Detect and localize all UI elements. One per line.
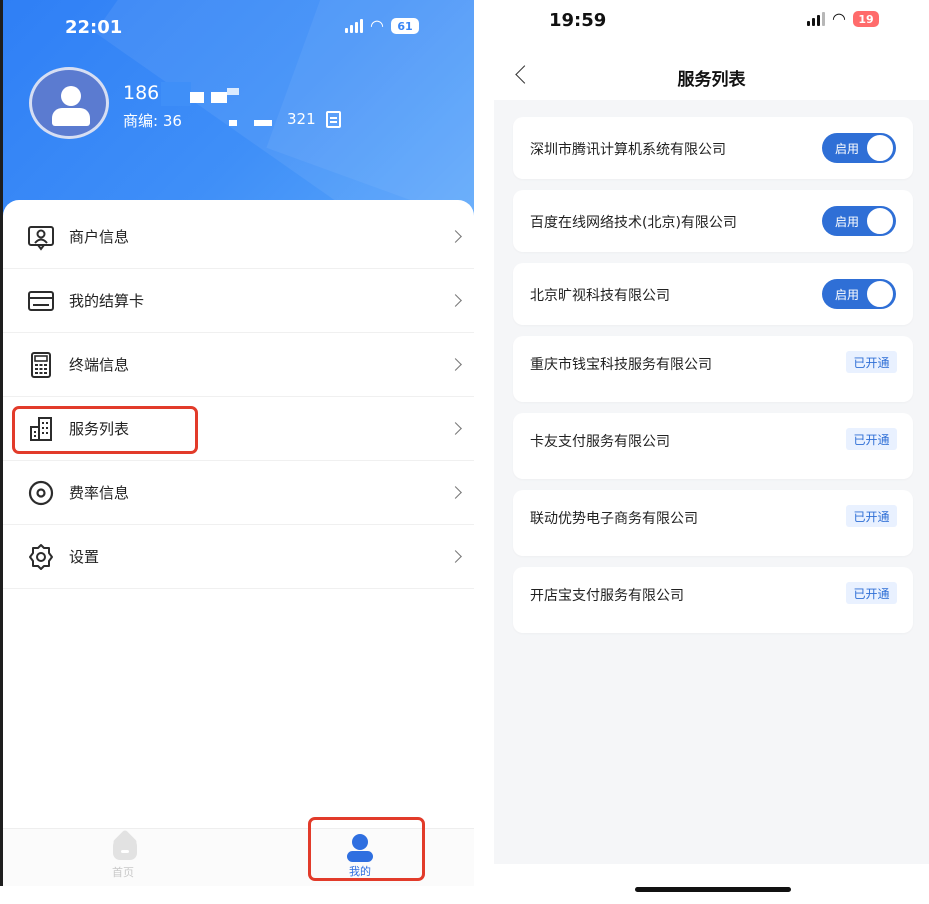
status-time: 22:01 [65, 17, 123, 38]
service-card: 卡友支付服务有限公司 已开通 [513, 413, 913, 479]
menu-item-label: 我的结算卡 [69, 292, 145, 310]
copy-icon[interactable] [326, 111, 341, 128]
service-card: 百度在线网络技术(北京)有限公司 启用 [513, 190, 913, 252]
service-toggle[interactable]: 启用 [822, 206, 896, 236]
chevron-right-icon [449, 422, 462, 435]
tab-label: 首页 [112, 866, 134, 879]
chevron-right-icon [449, 230, 462, 243]
phone-number: 186 [123, 82, 160, 104]
chevron-right-icon [449, 294, 462, 307]
chevron-right-icon [449, 486, 462, 499]
avatar[interactable] [29, 67, 109, 139]
toggle-label: 启用 [835, 288, 860, 302]
service-card: 重庆市钱宝科技服务有限公司 已开通 [513, 336, 913, 402]
status-badge: 已开通 [846, 351, 897, 373]
merchant-number-prefix: 商编: 36 [123, 112, 182, 130]
menu-item-label: 费率信息 [69, 484, 130, 502]
service-name: 北京旷视科技有限公司 [530, 288, 670, 304]
tab-mine[interactable]: 我的 [300, 829, 420, 886]
avatar-head [61, 86, 81, 106]
service-name: 卡友支付服务有限公司 [530, 434, 670, 450]
menu-card: 商户信息 我的结算卡 终端信息 服务列表 费率信息 设置 [3, 200, 474, 886]
service-card: 联动优势电子商务有限公司 已开通 [513, 490, 913, 556]
signal-icon [345, 19, 363, 33]
menu-item-settlement-card[interactable]: 我的结算卡 [3, 269, 474, 333]
menu-item-label: 服务列表 [69, 420, 130, 438]
merchant-number-suffix: 321 [287, 110, 316, 128]
service-name: 开店宝支付服务有限公司 [530, 588, 684, 604]
service-name: 深圳市腾讯计算机系统有限公司 [530, 142, 726, 158]
redaction-block [227, 88, 239, 95]
home-indicator-bar [494, 864, 929, 904]
toggle-label: 启用 [835, 215, 860, 229]
toggle-knob [866, 134, 894, 162]
service-toggle[interactable]: 启用 [822, 279, 896, 309]
service-name: 百度在线网络技术(北京)有限公司 [530, 215, 737, 231]
toggle-knob [866, 207, 894, 235]
left-phone-screen: 22:01 ◠ 61 186 商编: 36 321 商户信息 我的结算卡 终端信… [0, 0, 474, 886]
tab-home[interactable]: 首页 [63, 829, 183, 886]
status-icons: ◠ 19 [807, 11, 879, 27]
service-card: 北京旷视科技有限公司 启用 [513, 263, 913, 325]
status-badge: 已开通 [846, 582, 897, 604]
terminal-icon [31, 351, 51, 378]
user-icon-body [347, 851, 373, 862]
bottom-tab-bar: 首页 我的 [3, 828, 474, 886]
service-name: 重庆市钱宝科技服务有限公司 [530, 357, 712, 373]
toggle-knob [866, 280, 894, 308]
service-card: 开店宝支付服务有限公司 已开通 [513, 567, 913, 633]
redaction-block [190, 92, 204, 103]
gear-icon [29, 543, 53, 570]
rate-icon [28, 480, 54, 505]
merchant-info-icon [28, 225, 54, 251]
service-name: 联动优势电子商务有限公司 [530, 511, 698, 527]
menu-item-label: 设置 [69, 548, 100, 566]
home-indicator[interactable] [635, 887, 791, 892]
right-phone-screen: 19:59 ◠ 19 服务列表 深圳市腾讯计算机系统有限公司 启用 百度在线网络… [494, 0, 929, 904]
menu-item-label: 终端信息 [69, 356, 130, 374]
redaction-block [161, 82, 191, 106]
signal-icon [807, 12, 825, 26]
nav-header: 19:59 ◠ 19 服务列表 [494, 0, 929, 100]
menu-item-merchant-info[interactable]: 商户信息 [3, 205, 474, 269]
status-time: 19:59 [549, 10, 607, 31]
battery-icon: 61 [390, 18, 419, 34]
menu-item-rate-info[interactable]: 费率信息 [3, 461, 474, 525]
status-icons: ◠ 61 [345, 18, 419, 34]
service-list-icon [30, 416, 52, 441]
battery-icon: 19 [852, 11, 879, 27]
page-title: 服务列表 [677, 70, 746, 90]
menu-item-label: 商户信息 [69, 228, 130, 246]
bank-card-icon [28, 290, 54, 311]
home-icon [113, 838, 137, 860]
merchant-number: 商编: 36 [123, 110, 182, 131]
redaction-block [254, 120, 272, 126]
redaction-block [211, 92, 227, 103]
toggle-label: 启用 [835, 142, 860, 156]
menu-item-settings[interactable]: 设置 [3, 525, 474, 589]
service-toggle[interactable]: 启用 [822, 133, 896, 163]
tab-label: 我的 [349, 865, 371, 878]
user-icon [352, 834, 368, 850]
avatar-body [52, 108, 90, 126]
wifi-icon: ◠ [832, 9, 846, 28]
status-badge: 已开通 [846, 505, 897, 527]
redaction-block [229, 120, 237, 126]
status-badge: 已开通 [846, 428, 897, 450]
menu-item-service-list[interactable]: 服务列表 [3, 397, 474, 461]
chevron-right-icon [449, 550, 462, 563]
wifi-icon: ◠ [370, 16, 384, 35]
menu-item-terminal-info[interactable]: 终端信息 [3, 333, 474, 397]
service-card: 深圳市腾讯计算机系统有限公司 启用 [513, 117, 913, 179]
chevron-right-icon [449, 358, 462, 371]
